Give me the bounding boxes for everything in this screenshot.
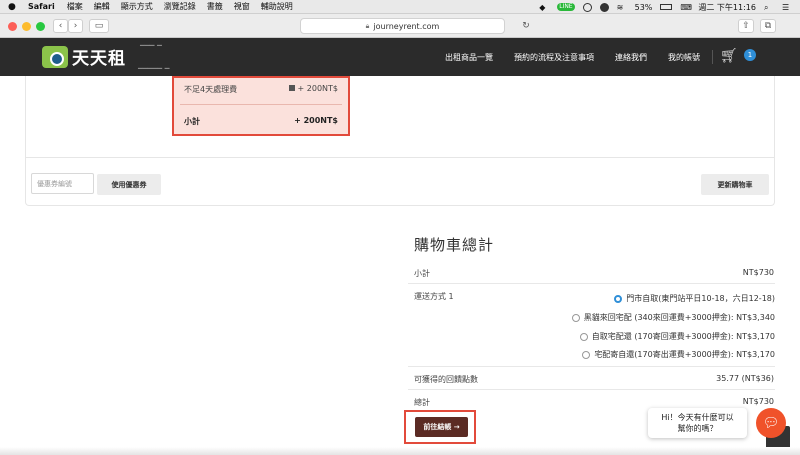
fee-subtotal-label: 小計 xyxy=(184,117,200,126)
menu-file[interactable]: 檔案 xyxy=(67,1,83,12)
browser-toolbar: ‹ › ▭ 🔒︎ journeyrent.com ↻ ⇧ ⧉ xyxy=(0,14,800,38)
handling-fee-row: 不足4天處理費 + 200NT$ xyxy=(184,84,338,95)
shipping-option-0[interactable]: 門市自取(東門站平日10-18，六日12-18) xyxy=(614,293,775,304)
menu-bookmarks[interactable]: 書籤 xyxy=(207,1,223,12)
menu-edit[interactable]: 編輯 xyxy=(94,1,110,12)
menu-app-name[interactable]: Safari xyxy=(28,2,55,11)
malwarebytes-icon[interactable] xyxy=(599,2,609,12)
menu-window[interactable]: 視窗 xyxy=(234,1,250,12)
cart-icon[interactable]: 🛒︎ xyxy=(720,48,738,64)
totals-subtotal-value: NT$730 xyxy=(742,268,774,277)
chat-open-button[interactable]: 💬︎ xyxy=(756,408,786,438)
shipping-option-3[interactable]: 宅配寄自還(170寄出運費+3000押金): NT$3,170 xyxy=(582,349,775,360)
nav-booking-process[interactable]: 預約的流程及注意事項 xyxy=(514,52,594,63)
shipping-label: 運送方式 1 xyxy=(414,292,454,301)
menu-help[interactable]: 輔助說明 xyxy=(261,1,293,12)
chat-bubble-icon: 💬︎ xyxy=(762,415,780,431)
nav-products[interactable]: 出租商品一覽 xyxy=(445,52,493,63)
tabs-overview-button[interactable]: ⧉ xyxy=(760,19,776,33)
shipping-option-0-label: 門市自取(東門站平日10-18，六日12-18) xyxy=(626,294,775,303)
logo-text: 天天租 xyxy=(72,49,126,69)
reload-button[interactable]: ↻ xyxy=(520,19,532,33)
macos-menubar: ● Safari 檔案 編輯 顯示方式 瀏覽記錄 書籤 視窗 輔助說明 ◆ LI… xyxy=(0,0,800,14)
close-window-icon[interactable] xyxy=(8,22,17,31)
notification-center-icon[interactable]: ☰ xyxy=(782,3,792,12)
address-bar[interactable]: 🔒︎ journeyrent.com xyxy=(300,18,505,34)
site-header: 天天租 出租商品一覽 預約的流程及注意事項 連絡我們 我的帳號 🛒︎ 1 xyxy=(0,38,800,76)
shipping-option-3-label: 宅配寄自還(170寄出運費+3000押金): NT$3,170 xyxy=(594,350,775,359)
radio-icon[interactable] xyxy=(582,350,591,359)
shipping-option-1-label: 黑貓來回宅配 (340來回運費+3000押金): NT$3,340 xyxy=(583,313,775,322)
apple-icon[interactable]: ● xyxy=(8,2,18,12)
keyboard-input-icon[interactable]: ⌨ xyxy=(680,3,692,12)
reward-points-value: 35.77 (NT$36) xyxy=(716,374,774,383)
minimize-window-icon[interactable] xyxy=(22,22,31,31)
proceed-to-checkout-button[interactable]: 前往結帳 → xyxy=(415,417,468,437)
forward-button[interactable]: › xyxy=(68,19,83,33)
reward-points-row: 可獲得的回饋點數 35.77 (NT$36) xyxy=(414,374,774,385)
sidebar-toggle-button[interactable]: ▭ xyxy=(89,19,109,33)
cart-count-badge[interactable]: 1 xyxy=(744,49,756,61)
back-button[interactable]: ‹ xyxy=(53,19,68,33)
battery-icon[interactable] xyxy=(660,4,673,10)
line-icon[interactable]: LINE xyxy=(557,3,575,11)
order-total-row: 總計 NT$730 xyxy=(414,397,774,408)
chat-greeting-line-2: 幫你的嗎？ xyxy=(677,424,718,433)
zoom-window-icon[interactable] xyxy=(36,22,45,31)
shipping-option-2[interactable]: 自取宅配還 (170寄回運費+3000押金): NT$3,170 xyxy=(579,331,775,342)
nav-my-account[interactable]: 我的帳號 xyxy=(668,52,700,63)
camera-logo-icon xyxy=(42,45,68,68)
faded-label-1: ─── ─ xyxy=(140,41,162,50)
share-button[interactable]: ⇧ xyxy=(738,19,754,33)
radio-selected-icon[interactable] xyxy=(614,294,623,303)
totals-divider xyxy=(408,389,775,390)
page-bottom-edge xyxy=(0,447,800,455)
sync-icon[interactable] xyxy=(582,2,592,12)
menubar-clock[interactable]: 週二 下午11:16 xyxy=(698,2,756,13)
dropbox-icon[interactable]: ◆ xyxy=(539,3,549,12)
fee-checkbox-icon[interactable] xyxy=(288,85,295,91)
nav-contact[interactable]: 連絡我們 xyxy=(615,52,647,63)
address-url: journeyrent.com xyxy=(373,21,440,31)
shipping-option-2-label: 自取宅配還 (170寄回運費+3000押金): NT$3,170 xyxy=(591,332,775,341)
chat-greeting-bubble[interactable]: Hi！今天有什麼可以 幫你的嗎？ xyxy=(648,408,747,438)
fee-subtotal-value: + 200NT$ xyxy=(294,116,338,125)
radio-icon[interactable] xyxy=(579,332,588,341)
shipping-option-1[interactable]: 黑貓來回宅配 (340來回運費+3000押金): NT$3,340 xyxy=(571,312,775,323)
handling-fee-value-wrap: + 200NT$ xyxy=(288,84,338,95)
menu-history[interactable]: 瀏覽記錄 xyxy=(164,1,196,12)
lock-icon: 🔒︎ xyxy=(365,21,370,30)
apply-coupon-button[interactable]: 使用優惠券 xyxy=(97,174,161,195)
fee-subtotal-row: 小計 + 200NT$ xyxy=(184,116,338,127)
order-total-label: 總計 xyxy=(414,398,430,407)
order-total-value: NT$730 xyxy=(742,397,774,406)
menu-view[interactable]: 顯示方式 xyxy=(121,1,153,12)
handling-fee-label: 不足4天處理費 xyxy=(184,85,238,94)
totals-subtotal-row: 小計 NT$730 xyxy=(414,268,774,279)
totals-divider xyxy=(408,283,775,284)
cart-totals-title: 購物車總計 xyxy=(414,236,495,254)
site-logo[interactable]: 天天租 xyxy=(42,44,126,69)
main-nav: 出租商品一覽 預約的流程及注意事項 連絡我們 我的帳號 xyxy=(445,38,700,76)
reward-points-label: 可獲得的回饋點數 xyxy=(414,375,478,384)
menubar-status-area: ◆ LINE ≋ 53% ⌨ 週二 下午11:16 ⌕ ☰ xyxy=(539,0,792,14)
fee-divider xyxy=(180,104,342,105)
wifi-icon[interactable]: ≋ xyxy=(617,3,627,12)
radio-icon[interactable] xyxy=(571,313,580,322)
nav-divider xyxy=(712,50,713,64)
update-cart-button[interactable]: 更新購物車 xyxy=(701,174,769,195)
coupon-input[interactable]: 優惠券編號 xyxy=(31,173,94,194)
panel-divider xyxy=(25,157,775,158)
totals-divider xyxy=(408,366,775,367)
faded-label-2: ───── ─ xyxy=(138,64,170,73)
search-icon[interactable]: ⌕ xyxy=(764,3,774,12)
highlighted-fee-box: 不足4天處理費 + 200NT$ 小計 + 200NT$ xyxy=(172,76,350,136)
battery-percent: 53% xyxy=(634,2,653,12)
chat-greeting-line-1: Hi！今天有什麼可以 xyxy=(661,413,734,422)
handling-fee-value: + 200NT$ xyxy=(297,84,338,93)
totals-subtotal-label: 小計 xyxy=(414,269,430,278)
